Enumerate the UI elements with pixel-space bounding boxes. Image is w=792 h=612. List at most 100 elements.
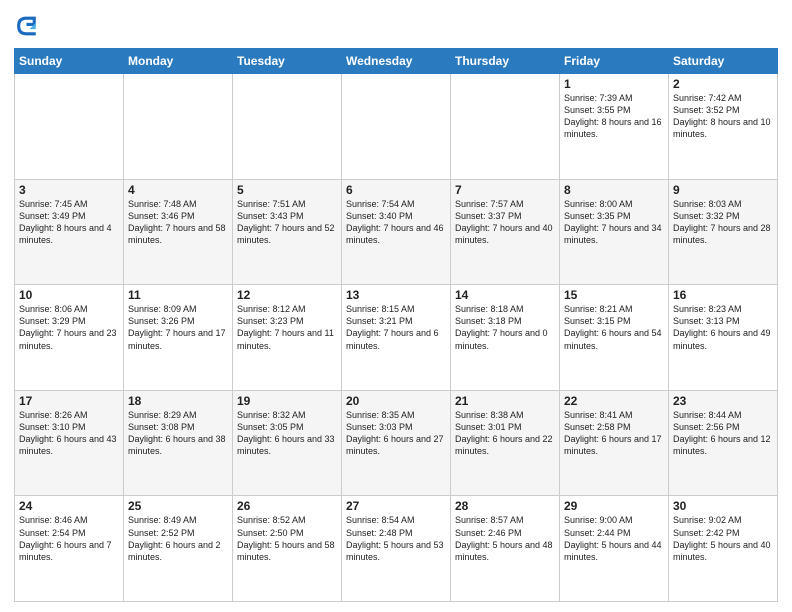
- calendar-cell: 11Sunrise: 8:09 AMSunset: 3:26 PMDayligh…: [124, 285, 233, 391]
- day-info: Sunrise: 8:46 AMSunset: 2:54 PMDaylight:…: [19, 514, 119, 563]
- day-number: 15: [564, 288, 664, 302]
- calendar-week-5: 24Sunrise: 8:46 AMSunset: 2:54 PMDayligh…: [15, 496, 778, 602]
- calendar-week-4: 17Sunrise: 8:26 AMSunset: 3:10 PMDayligh…: [15, 390, 778, 496]
- day-number: 17: [19, 394, 119, 408]
- calendar-header-sunday: Sunday: [15, 49, 124, 74]
- calendar-cell: 20Sunrise: 8:35 AMSunset: 3:03 PMDayligh…: [342, 390, 451, 496]
- calendar-cell: 4Sunrise: 7:48 AMSunset: 3:46 PMDaylight…: [124, 179, 233, 285]
- day-info: Sunrise: 8:06 AMSunset: 3:29 PMDaylight:…: [19, 303, 119, 352]
- day-info: Sunrise: 8:35 AMSunset: 3:03 PMDaylight:…: [346, 409, 446, 458]
- calendar-cell: 21Sunrise: 8:38 AMSunset: 3:01 PMDayligh…: [451, 390, 560, 496]
- calendar-header-saturday: Saturday: [669, 49, 778, 74]
- day-number: 20: [346, 394, 446, 408]
- day-info: Sunrise: 7:42 AMSunset: 3:52 PMDaylight:…: [673, 92, 773, 141]
- day-number: 25: [128, 499, 228, 513]
- day-info: Sunrise: 8:00 AMSunset: 3:35 PMDaylight:…: [564, 198, 664, 247]
- calendar-cell: 2Sunrise: 7:42 AMSunset: 3:52 PMDaylight…: [669, 74, 778, 180]
- logo: [14, 12, 44, 40]
- calendar-cell: 13Sunrise: 8:15 AMSunset: 3:21 PMDayligh…: [342, 285, 451, 391]
- day-info: Sunrise: 8:44 AMSunset: 2:56 PMDaylight:…: [673, 409, 773, 458]
- day-number: 24: [19, 499, 119, 513]
- day-info: Sunrise: 8:41 AMSunset: 2:58 PMDaylight:…: [564, 409, 664, 458]
- calendar-cell: 10Sunrise: 8:06 AMSunset: 3:29 PMDayligh…: [15, 285, 124, 391]
- day-number: 2: [673, 77, 773, 91]
- day-number: 21: [455, 394, 555, 408]
- calendar-cell: 22Sunrise: 8:41 AMSunset: 2:58 PMDayligh…: [560, 390, 669, 496]
- calendar-header-thursday: Thursday: [451, 49, 560, 74]
- calendar-cell: 6Sunrise: 7:54 AMSunset: 3:40 PMDaylight…: [342, 179, 451, 285]
- calendar-cell: 3Sunrise: 7:45 AMSunset: 3:49 PMDaylight…: [15, 179, 124, 285]
- day-number: 28: [455, 499, 555, 513]
- calendar-cell: [124, 74, 233, 180]
- day-number: 1: [564, 77, 664, 91]
- day-info: Sunrise: 8:52 AMSunset: 2:50 PMDaylight:…: [237, 514, 337, 563]
- day-info: Sunrise: 7:57 AMSunset: 3:37 PMDaylight:…: [455, 198, 555, 247]
- day-number: 29: [564, 499, 664, 513]
- calendar-cell: 1Sunrise: 7:39 AMSunset: 3:55 PMDaylight…: [560, 74, 669, 180]
- day-info: Sunrise: 7:51 AMSunset: 3:43 PMDaylight:…: [237, 198, 337, 247]
- calendar-cell: 5Sunrise: 7:51 AMSunset: 3:43 PMDaylight…: [233, 179, 342, 285]
- day-info: Sunrise: 8:15 AMSunset: 3:21 PMDaylight:…: [346, 303, 446, 352]
- day-number: 7: [455, 183, 555, 197]
- day-info: Sunrise: 9:00 AMSunset: 2:44 PMDaylight:…: [564, 514, 664, 563]
- day-number: 4: [128, 183, 228, 197]
- day-info: Sunrise: 8:26 AMSunset: 3:10 PMDaylight:…: [19, 409, 119, 458]
- day-number: 3: [19, 183, 119, 197]
- day-number: 23: [673, 394, 773, 408]
- day-info: Sunrise: 7:39 AMSunset: 3:55 PMDaylight:…: [564, 92, 664, 141]
- calendar-cell: 28Sunrise: 8:57 AMSunset: 2:46 PMDayligh…: [451, 496, 560, 602]
- calendar-cell: 9Sunrise: 8:03 AMSunset: 3:32 PMDaylight…: [669, 179, 778, 285]
- day-number: 19: [237, 394, 337, 408]
- day-number: 12: [237, 288, 337, 302]
- day-info: Sunrise: 8:12 AMSunset: 3:23 PMDaylight:…: [237, 303, 337, 352]
- calendar-cell: 17Sunrise: 8:26 AMSunset: 3:10 PMDayligh…: [15, 390, 124, 496]
- day-info: Sunrise: 9:02 AMSunset: 2:42 PMDaylight:…: [673, 514, 773, 563]
- day-info: Sunrise: 8:38 AMSunset: 3:01 PMDaylight:…: [455, 409, 555, 458]
- calendar-cell: 24Sunrise: 8:46 AMSunset: 2:54 PMDayligh…: [15, 496, 124, 602]
- page: SundayMondayTuesdayWednesdayThursdayFrid…: [0, 0, 792, 612]
- calendar-cell: 7Sunrise: 7:57 AMSunset: 3:37 PMDaylight…: [451, 179, 560, 285]
- day-info: Sunrise: 8:23 AMSunset: 3:13 PMDaylight:…: [673, 303, 773, 352]
- day-info: Sunrise: 8:29 AMSunset: 3:08 PMDaylight:…: [128, 409, 228, 458]
- calendar-cell: 18Sunrise: 8:29 AMSunset: 3:08 PMDayligh…: [124, 390, 233, 496]
- day-info: Sunrise: 8:32 AMSunset: 3:05 PMDaylight:…: [237, 409, 337, 458]
- day-info: Sunrise: 8:21 AMSunset: 3:15 PMDaylight:…: [564, 303, 664, 352]
- day-number: 8: [564, 183, 664, 197]
- calendar-cell: [342, 74, 451, 180]
- calendar-header-friday: Friday: [560, 49, 669, 74]
- day-number: 18: [128, 394, 228, 408]
- calendar-table: SundayMondayTuesdayWednesdayThursdayFrid…: [14, 48, 778, 602]
- calendar-cell: 16Sunrise: 8:23 AMSunset: 3:13 PMDayligh…: [669, 285, 778, 391]
- day-info: Sunrise: 8:03 AMSunset: 3:32 PMDaylight:…: [673, 198, 773, 247]
- calendar-header-tuesday: Tuesday: [233, 49, 342, 74]
- day-number: 11: [128, 288, 228, 302]
- day-number: 6: [346, 183, 446, 197]
- calendar-header-wednesday: Wednesday: [342, 49, 451, 74]
- calendar-cell: 27Sunrise: 8:54 AMSunset: 2:48 PMDayligh…: [342, 496, 451, 602]
- day-number: 22: [564, 394, 664, 408]
- calendar-cell: 23Sunrise: 8:44 AMSunset: 2:56 PMDayligh…: [669, 390, 778, 496]
- day-info: Sunrise: 8:18 AMSunset: 3:18 PMDaylight:…: [455, 303, 555, 352]
- calendar-cell: 30Sunrise: 9:02 AMSunset: 2:42 PMDayligh…: [669, 496, 778, 602]
- calendar-header-row: SundayMondayTuesdayWednesdayThursdayFrid…: [15, 49, 778, 74]
- day-number: 30: [673, 499, 773, 513]
- calendar-header-monday: Monday: [124, 49, 233, 74]
- logo-icon: [14, 12, 42, 40]
- day-number: 13: [346, 288, 446, 302]
- calendar-week-3: 10Sunrise: 8:06 AMSunset: 3:29 PMDayligh…: [15, 285, 778, 391]
- day-number: 14: [455, 288, 555, 302]
- day-info: Sunrise: 8:09 AMSunset: 3:26 PMDaylight:…: [128, 303, 228, 352]
- calendar-cell: 25Sunrise: 8:49 AMSunset: 2:52 PMDayligh…: [124, 496, 233, 602]
- calendar-cell: 8Sunrise: 8:00 AMSunset: 3:35 PMDaylight…: [560, 179, 669, 285]
- header: [14, 12, 778, 40]
- day-info: Sunrise: 8:57 AMSunset: 2:46 PMDaylight:…: [455, 514, 555, 563]
- calendar-cell: [15, 74, 124, 180]
- day-number: 26: [237, 499, 337, 513]
- calendar-cell: 12Sunrise: 8:12 AMSunset: 3:23 PMDayligh…: [233, 285, 342, 391]
- calendar-cell: 26Sunrise: 8:52 AMSunset: 2:50 PMDayligh…: [233, 496, 342, 602]
- calendar-cell: 29Sunrise: 9:00 AMSunset: 2:44 PMDayligh…: [560, 496, 669, 602]
- day-number: 27: [346, 499, 446, 513]
- day-info: Sunrise: 7:48 AMSunset: 3:46 PMDaylight:…: [128, 198, 228, 247]
- calendar-week-1: 1Sunrise: 7:39 AMSunset: 3:55 PMDaylight…: [15, 74, 778, 180]
- calendar-cell: [451, 74, 560, 180]
